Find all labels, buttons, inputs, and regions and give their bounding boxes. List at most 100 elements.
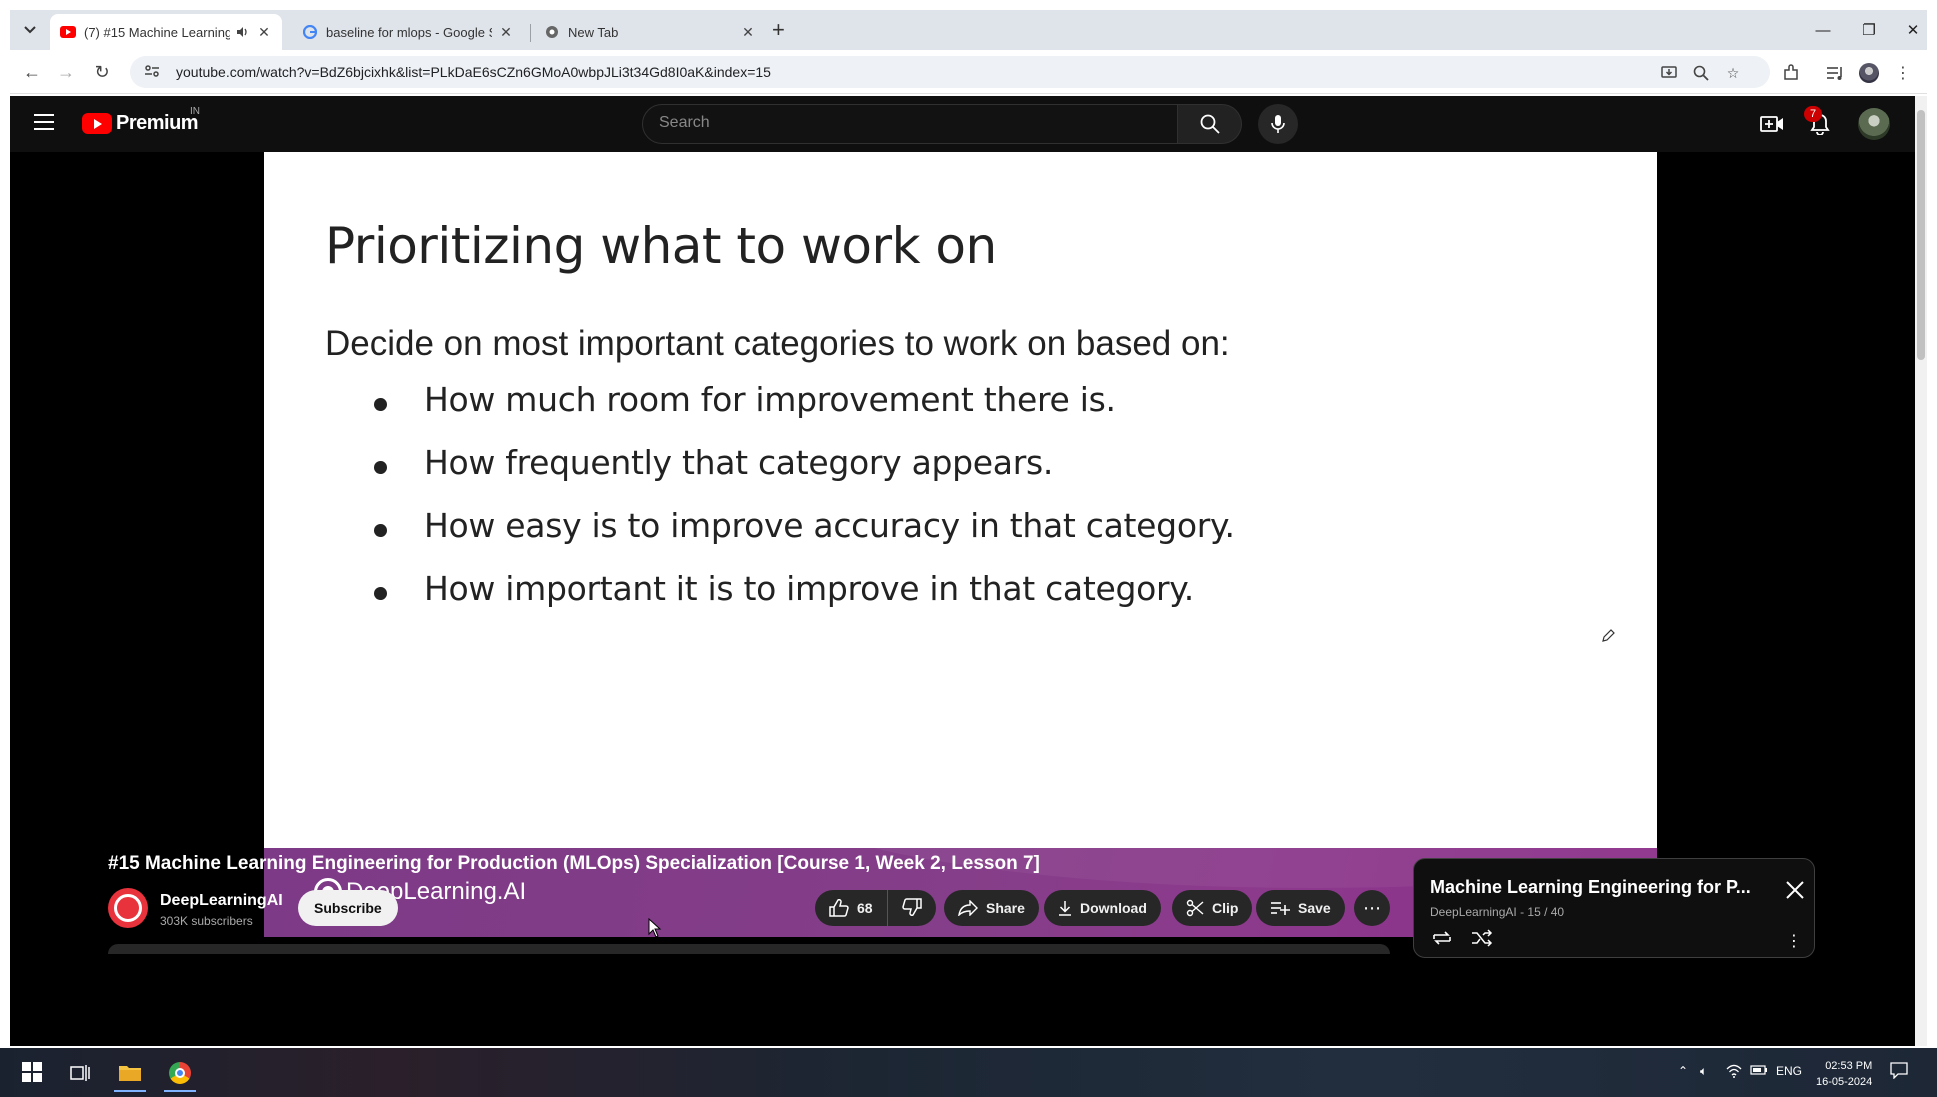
video-title: #15 Machine Learning Engineering for Pro… <box>108 853 1040 874</box>
playlist-panel: Machine Learning Engineering for P... De… <box>1413 858 1815 958</box>
chrome-menu-icon[interactable]: ⋮ <box>1892 62 1914 84</box>
youtube-play-icon <box>82 113 112 134</box>
clock-time: 02:53 PM <box>1825 1060 1873 1072</box>
forward-arrow-icon[interactable]: → <box>54 60 78 84</box>
playlist-menu-icon[interactable]: ⋮ <box>1786 931 1802 951</box>
profile-avatar-icon[interactable] <box>1858 62 1880 84</box>
tab-title: (7) #15 Machine Learning E <box>84 24 230 40</box>
subscriber-count: 303K subscribers <box>160 914 253 928</box>
youtube-premium-logo[interactable]: Premium IN <box>82 106 200 135</box>
slide-bullet: How easy is to improve accuracy in that … <box>374 506 1235 569</box>
slide-bullet: How important it is to improve in that c… <box>374 569 1235 632</box>
youtube-icon <box>60 24 76 40</box>
shuffle-icon[interactable] <box>1470 929 1494 947</box>
search-input[interactable] <box>659 114 1159 132</box>
slide-bullet-list: How much room for improvement there is. … <box>374 380 1235 632</box>
minimize-icon[interactable]: — <box>1800 16 1846 44</box>
user-avatar[interactable] <box>1858 108 1890 140</box>
tab-youtube[interactable]: (7) #15 Machine Learning E ✕ <box>50 14 282 50</box>
language-indicator[interactable]: ENG <box>1776 1064 1802 1078</box>
zoom-icon[interactable] <box>1692 64 1710 82</box>
slide-title: Prioritizing what to work on <box>325 217 997 275</box>
site-info-icon[interactable] <box>144 64 160 80</box>
tab-search-chevron-icon[interactable] <box>18 18 42 42</box>
close-tab-icon[interactable]: ✕ <box>740 24 756 40</box>
bookmark-star-icon[interactable]: ☆ <box>1724 64 1742 82</box>
scissors-icon <box>1186 899 1204 917</box>
tab-title: New Tab <box>568 24 619 40</box>
channel-name[interactable]: DeepLearningAI <box>160 892 283 910</box>
volume-icon[interactable]: 🔈︎ <box>1700 1064 1707 1079</box>
video-player[interactable]: Prioritizing what to work on Decide on m… <box>264 152 1657 937</box>
youtube-header: Premium IN 7 <box>10 96 1915 152</box>
playlist-meta: DeepLearningAI - 15 / 40 <box>1430 905 1565 919</box>
chrome-icon <box>544 24 560 40</box>
address-bar[interactable]: youtube.com/watch?v=BdZ6bjcixhk&list=PLk… <box>130 56 1770 88</box>
install-app-icon[interactable] <box>1660 64 1678 82</box>
description-box[interactable] <box>108 944 1390 954</box>
network-icon[interactable] <box>1726 1064 1742 1081</box>
browser-toolbar: ← → ↻ youtube.com/watch?v=BdZ6bjcixhk&li… <box>10 50 1927 94</box>
notification-count-badge: 7 <box>1804 106 1822 122</box>
close-tab-icon[interactable]: ✕ <box>256 24 272 40</box>
new-tab-plus-icon[interactable]: + <box>772 19 785 41</box>
dislike-button[interactable] <box>888 890 936 926</box>
back-arrow-icon[interactable]: ← <box>20 60 44 84</box>
tab-strip: (7) #15 Machine Learning E ✕ baseline fo… <box>10 10 1927 50</box>
brand-label: Premium <box>116 112 199 134</box>
like-count: 68 <box>857 900 873 916</box>
search-button[interactable] <box>1178 104 1242 144</box>
action-center-icon[interactable] <box>1890 1061 1908 1082</box>
system-clock[interactable]: 02:53 PM 16-05-2024 <box>1816 1058 1872 1090</box>
close-playlist-icon[interactable] <box>1784 879 1806 901</box>
create-video-icon[interactable] <box>1758 110 1786 138</box>
slide-bullet: How frequently that category appears. <box>374 443 1235 506</box>
speaker-icon[interactable] <box>234 24 250 40</box>
close-tab-icon[interactable]: ✕ <box>498 24 514 40</box>
clip-label: Clip <box>1212 900 1239 916</box>
save-button[interactable]: Save <box>1256 890 1345 926</box>
tab-title: baseline for mlops - Google Se <box>326 24 492 40</box>
restore-icon[interactable]: ❐ <box>1846 16 1892 44</box>
task-view-icon[interactable] <box>60 1054 100 1092</box>
add-to-playlist-icon <box>1270 901 1290 915</box>
file-explorer-icon[interactable] <box>110 1054 150 1092</box>
like-dislike-group: 68 <box>815 890 936 926</box>
subscribe-button[interactable]: Subscribe <box>298 890 398 926</box>
loop-icon[interactable] <box>1430 929 1454 947</box>
battery-icon[interactable] <box>1750 1064 1768 1079</box>
scrollbar-thumb[interactable] <box>1917 110 1925 360</box>
download-button[interactable]: Download <box>1044 890 1161 926</box>
reload-icon[interactable]: ↻ <box>90 60 114 84</box>
google-icon <box>302 24 318 40</box>
voice-search-button[interactable] <box>1258 104 1298 144</box>
share-button[interactable]: Share <box>944 890 1039 926</box>
mouse-cursor-icon <box>648 917 662 943</box>
clock-date: 16-05-2024 <box>1816 1076 1873 1088</box>
media-control-icon[interactable] <box>1824 62 1846 84</box>
more-actions-icon[interactable]: ⋯ <box>1354 890 1390 926</box>
share-label: Share <box>986 900 1025 916</box>
like-button[interactable]: 68 <box>815 890 888 926</box>
extensions-icon[interactable] <box>1780 62 1802 84</box>
clip-button[interactable]: Clip <box>1172 890 1253 926</box>
windows-start-icon[interactable] <box>22 1062 42 1082</box>
thumbs-down-icon <box>901 897 922 919</box>
close-window-icon[interactable]: ✕ <box>1890 16 1936 44</box>
tab-new-tab[interactable]: New Tab ✕ <box>534 14 766 50</box>
search-icon <box>1200 114 1220 134</box>
tab-separator <box>530 24 531 42</box>
download-label: Download <box>1080 900 1147 916</box>
page-scrollbar[interactable] <box>1915 96 1927 1046</box>
pen-icon <box>1602 629 1615 642</box>
hamburger-menu-icon[interactable] <box>34 114 54 130</box>
tab-google-search[interactable]: baseline for mlops - Google Se ✕ <box>292 14 524 50</box>
chrome-taskbar-icon[interactable] <box>160 1054 200 1092</box>
show-hidden-icons-icon[interactable]: ⌃ <box>1678 1064 1688 1078</box>
slide-bullet: How much room for improvement there is. <box>374 380 1235 443</box>
youtube-page: Premium IN 7 Prioritizing what to work o… <box>10 96 1915 1046</box>
channel-avatar[interactable] <box>108 888 148 928</box>
microphone-icon <box>1271 115 1285 133</box>
region-label: IN <box>190 106 200 117</box>
playlist-title[interactable]: Machine Learning Engineering for P... <box>1430 877 1751 898</box>
